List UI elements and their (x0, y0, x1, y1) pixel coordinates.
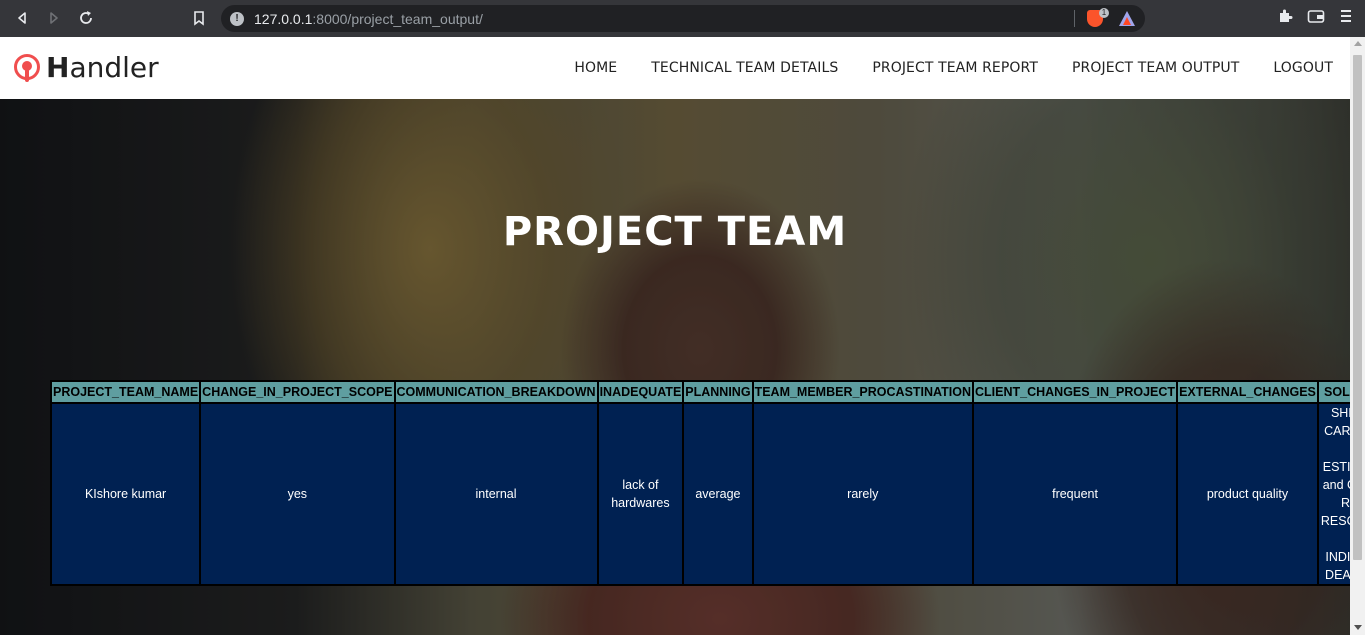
table-cell: frequent (972, 402, 1179, 586)
table-cell: KIshore kumar (49, 402, 202, 586)
podcast-logo-icon (14, 53, 40, 82)
column-header: SOLUTIONS (1316, 380, 1350, 404)
address-bar[interactable]: ! 127.0.0.1:8000/project_team_output/ 1 (221, 5, 1145, 32)
shields-count-badge: 1 (1099, 8, 1109, 18)
column-header: CHANGE_IN_PROJECT_SCOPE (199, 380, 396, 404)
table-cell: lack of hardwares (596, 402, 685, 586)
table-cell: SHEDULE CAREFULLY and ESTIMATION and GAT… (1316, 402, 1350, 586)
url-path: :8000/project_team_output/ (312, 10, 483, 27)
table-cell: internal (393, 402, 599, 586)
url-text[interactable]: 127.0.0.1:8000/project_team_output/ (254, 11, 483, 27)
extensions-icon[interactable] (1277, 8, 1293, 29)
table-cell: product quality (1176, 402, 1319, 586)
site-info-icon[interactable]: ! (230, 11, 244, 26)
table-header-row: PROJECT_TEAM_NAME CHANGE_IN_PROJECT_SCOP… (49, 380, 1350, 404)
table-row: KIshore kumar yes internal lack of hardw… (49, 402, 1350, 586)
main-nav: HOME TECHNICAL TEAM DETAILS PROJECT TEAM… (557, 37, 1350, 99)
menu-icon[interactable] (1339, 8, 1353, 29)
hero-section: PROJECT TEAM PROJECT_TEAM_NAME CHANGE_IN… (0, 99, 1350, 635)
column-header: EXTERNAL_CHANGES (1176, 380, 1319, 404)
browser-toolbar: ! 127.0.0.1:8000/project_team_output/ 1 (0, 0, 1365, 37)
scroll-down-arrow-icon[interactable] (1354, 625, 1362, 630)
wallet-icon[interactable] (1307, 8, 1325, 29)
project-team-table-wrapper: PROJECT_TEAM_NAME CHANGE_IN_PROJECT_SCOP… (49, 380, 1350, 586)
table-cell: average (682, 402, 754, 586)
table-cell: yes (199, 402, 396, 586)
table-cell: rarely (751, 402, 975, 586)
column-header: CLIENT_CHANGES_IN_PROJECT (972, 380, 1179, 404)
bookmark-icon[interactable] (188, 7, 210, 29)
column-header: INADEQUATE (596, 380, 685, 404)
nav-logout[interactable]: LOGOUT (1256, 60, 1350, 76)
reload-icon[interactable] (75, 7, 97, 29)
column-header: PROJECT_TEAM_NAME (49, 380, 202, 404)
vertical-scrollbar[interactable] (1350, 37, 1365, 635)
logo[interactable]: Handler (14, 51, 159, 84)
omnibox-divider (1074, 10, 1075, 27)
nav-home[interactable]: HOME (557, 60, 634, 76)
column-header: PLANNING (682, 380, 754, 404)
column-header: COMMUNICATION_BREAKDOWN (393, 380, 599, 404)
site-header: Handler HOME TECHNICAL TEAM DETAILS PROJ… (0, 37, 1350, 99)
brave-rewards-icon[interactable] (1119, 11, 1135, 26)
column-header: TEAM_MEMBER_PROCASTINATION (751, 380, 975, 404)
toolbar-right (1277, 8, 1353, 29)
project-team-table: PROJECT_TEAM_NAME CHANGE_IN_PROJECT_SCOP… (49, 380, 1350, 586)
logo-text: Handler (46, 51, 159, 84)
forward-icon[interactable] (43, 7, 65, 29)
web-page: Handler HOME TECHNICAL TEAM DETAILS PROJ… (0, 37, 1350, 635)
nav-project-team-report[interactable]: PROJECT TEAM REPORT (855, 60, 1055, 76)
page-title: PROJECT TEAM (502, 209, 848, 255)
scroll-up-arrow-icon[interactable] (1354, 41, 1362, 46)
scrollbar-thumb[interactable] (1353, 55, 1362, 560)
nav-technical-team-details[interactable]: TECHNICAL TEAM DETAILS (634, 60, 855, 76)
url-host: 127.0.0.1 (254, 10, 313, 27)
back-icon[interactable] (11, 7, 33, 29)
nav-project-team-output[interactable]: PROJECT TEAM OUTPUT (1055, 60, 1256, 76)
